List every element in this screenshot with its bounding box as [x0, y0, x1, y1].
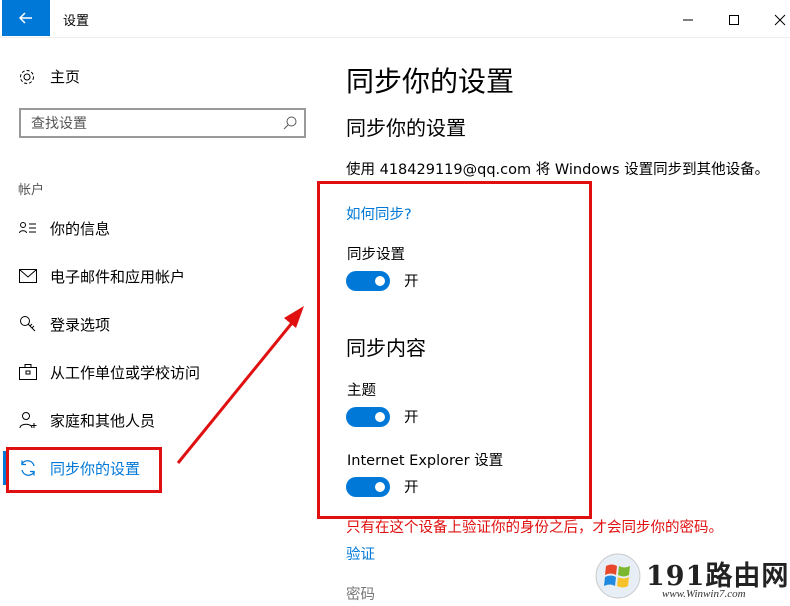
back-arrow-icon: [18, 12, 32, 24]
search-placeholder: 查找设置: [31, 116, 87, 132]
section-label-accounts: 帐户: [18, 183, 45, 198]
close-icon: [774, 14, 786, 26]
verify-link[interactable]: 验证: [346, 543, 375, 564]
sync-settings-toggle-row: 开: [346, 270, 419, 291]
toggle-state: 开: [404, 410, 419, 426]
toggle-state: 开: [404, 480, 419, 496]
maximize-icon: [729, 15, 739, 25]
home-label: 主页: [50, 68, 81, 86]
password-warning: 只有在这个设备上验证你的身份之后，才会同步你的密码。: [346, 520, 723, 536]
person-add-icon: [18, 410, 38, 430]
sidebar-item-label: 从工作单位或学校访问: [50, 363, 201, 382]
mail-icon: [18, 266, 38, 286]
sidebar-item-email-accounts[interactable]: 电子邮件和应用帐户: [18, 264, 185, 288]
main-content: 同步你的设置 同步你的设置 使用 418429119@qq.com 将 Wind…: [317, 38, 790, 606]
sidebar-item-label: 你的信息: [50, 219, 111, 238]
sidebar: 主页 查找设置 帐户 你的信息 电子邮件和应用帐户 登录选项 从工作单位或学校访…: [0, 38, 320, 606]
page-title: 同步你的设置: [346, 65, 515, 98]
watermark: 191路由网 www.Winwin7.com: [592, 548, 790, 606]
sidebar-item-your-info[interactable]: 你的信息: [18, 216, 110, 240]
maximize-button[interactable]: [711, 6, 757, 34]
briefcase-icon: [18, 362, 38, 382]
back-button[interactable]: [2, 0, 50, 36]
ie-settings-toggle-row: 开: [346, 476, 419, 497]
window-title: 设置: [63, 14, 90, 29]
sync-settings-toggle[interactable]: [346, 270, 390, 291]
close-button[interactable]: [757, 6, 790, 34]
highlight-box-sidebar: [6, 447, 162, 493]
minimize-icon: [683, 19, 693, 21]
windows-logo-icon: [595, 553, 641, 599]
key-icon: [18, 314, 38, 334]
search-icon: [283, 116, 297, 130]
password-label: 密码: [346, 587, 375, 603]
toggle-state: 开: [404, 274, 419, 290]
section-title: 同步你的设置: [346, 116, 466, 140]
sidebar-item-sign-in-options[interactable]: 登录选项: [18, 312, 110, 336]
ie-settings-toggle[interactable]: [346, 476, 390, 497]
sidebar-item-label: 家庭和其他人员: [50, 411, 156, 430]
sidebar-item-label: 登录选项: [50, 315, 111, 334]
person-card-icon: [18, 218, 38, 238]
ie-settings-label: Internet Explorer 设置: [347, 453, 504, 469]
theme-label: 主题: [347, 383, 376, 399]
sync-description: 使用 418429119@qq.com 将 Windows 设置同步到其他设备。: [346, 162, 770, 178]
watermark-url: www.Winwin7.com: [662, 588, 746, 600]
sidebar-item-label: 电子邮件和应用帐户: [50, 267, 186, 286]
theme-toggle[interactable]: [346, 406, 390, 427]
sidebar-item-work-school[interactable]: 从工作单位或学校访问: [18, 360, 200, 384]
how-sync-link[interactable]: 如何同步?: [346, 203, 412, 224]
gear-icon: [20, 69, 34, 84]
theme-toggle-row: 开: [346, 406, 419, 427]
home-link[interactable]: 主页: [18, 66, 80, 87]
sync-settings-label: 同步设置: [347, 247, 405, 263]
sidebar-item-family[interactable]: 家庭和其他人员: [18, 408, 155, 432]
sync-content-title: 同步内容: [346, 336, 426, 360]
title-bar: 设置: [0, 0, 790, 38]
search-input[interactable]: 查找设置: [19, 108, 306, 138]
minimize-button[interactable]: [665, 6, 711, 34]
